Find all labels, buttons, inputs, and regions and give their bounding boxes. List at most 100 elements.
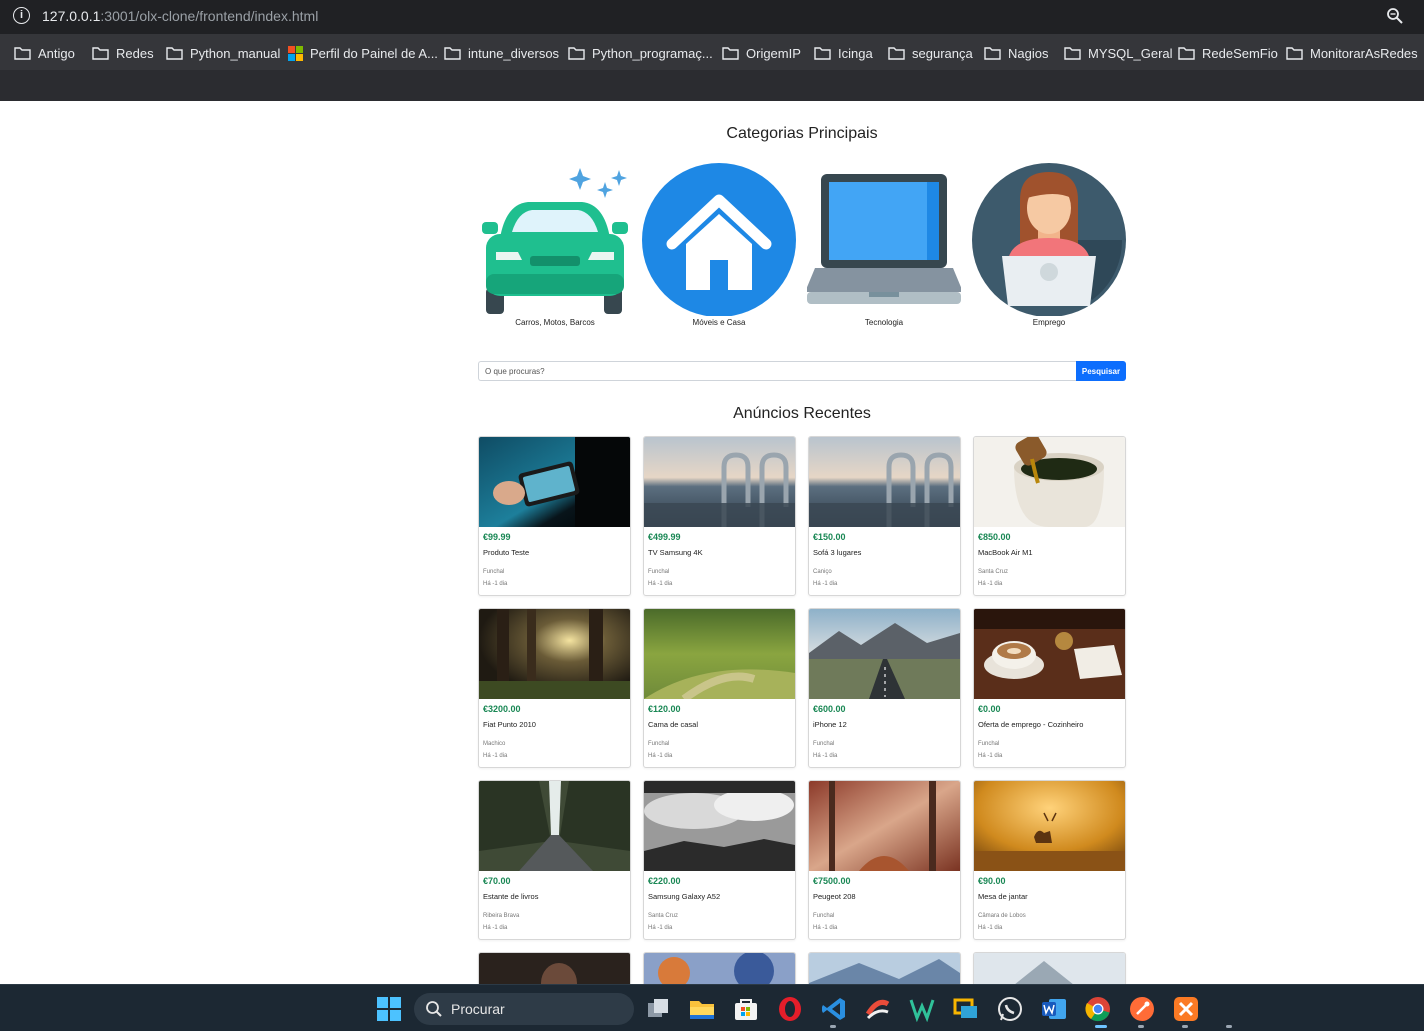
listing-date: Há -1 dia	[813, 753, 838, 759]
listings-title: Anúncios Recentes	[733, 405, 871, 422]
listing-title: Cama de casal	[648, 720, 699, 729]
bookmark-seguranca[interactable]: segurança	[888, 44, 973, 62]
listing-title: Oferta de emprego - Cozinheiro	[978, 720, 1084, 729]
taskbar-search[interactable]: Procurar	[414, 993, 634, 1025]
listing-title: Samsung Galaxy A52	[648, 892, 721, 901]
listing-photo	[479, 781, 630, 871]
listing-card[interactable]: €220.00 Samsung Galaxy A52 Santa Cruz Há…	[643, 780, 796, 940]
url-field[interactable]: 127.0.0.1:3001/olx-clone/frontend/index.…	[42, 8, 318, 24]
bookmark-monitorarasredes[interactable]: MonitorarAsRedes	[1286, 44, 1418, 62]
listing-card[interactable]: €99.99 Produto Teste Funchal Há -1 dia	[478, 436, 631, 596]
listing-card[interactable]: €600.00 iPhone 12 Funchal Há -1 dia	[808, 608, 961, 768]
site-info-icon[interactable]: i	[13, 7, 30, 24]
postman-icon[interactable]	[1129, 996, 1155, 1022]
search-button[interactable]: Pesquisar	[1076, 361, 1126, 381]
listing-card[interactable]: €499.99 TV Samsung 4K Funchal Há -1 dia	[643, 436, 796, 596]
listing-photo	[809, 437, 960, 527]
opera-icon[interactable]	[777, 996, 803, 1022]
listing-card[interactable]: €70.00 Estante de livros Ribeira Brava H…	[478, 780, 631, 940]
whatsapp-icon[interactable]	[997, 996, 1023, 1022]
listing-date: Há -1 dia	[648, 925, 673, 931]
listing-card[interactable]: €3200.00 Fiat Punto 2010 Machico Há -1 d…	[478, 608, 631, 768]
listing-title: iPhone 12	[813, 720, 847, 729]
taskbar: Procurar	[0, 984, 1424, 1031]
person-laptop-icon	[972, 163, 1126, 316]
zoom-icon[interactable]	[1386, 7, 1404, 25]
listing-date: Há -1 dia	[483, 925, 508, 931]
listing-title: TV Samsung 4K	[648, 548, 703, 557]
listing-card[interactable]: €120.00 Cama de casal Funchal Há -1 dia	[643, 608, 796, 768]
bookmark-python-manual[interactable]: Python_manual	[166, 44, 280, 62]
category-label: Emprego	[1032, 318, 1066, 327]
listing-location: Ribeira Brava	[483, 913, 520, 919]
taskbar-search-label: Procurar	[451, 1001, 505, 1017]
listing-card[interactable]	[973, 952, 1126, 984]
categories-title: Categorias Principais	[726, 125, 878, 142]
listing-photo	[809, 609, 960, 699]
listing-price: €150.00	[813, 532, 846, 542]
task-view-icon[interactable]	[645, 996, 671, 1022]
listing-photo	[974, 609, 1125, 699]
veeam-icon[interactable]	[909, 996, 935, 1022]
listing-photo	[974, 781, 1125, 871]
listing-card[interactable]	[808, 952, 961, 984]
folder-icon	[444, 47, 461, 60]
category-emprego[interactable]: Emprego	[972, 160, 1126, 330]
category-carros[interactable]: Carros, Motos, Barcos	[478, 160, 632, 330]
listing-date: Há -1 dia	[648, 753, 673, 759]
bookmark-icinga[interactable]: Icinga	[814, 44, 873, 62]
bookmark-python-programacao[interactable]: Python_programaç...	[568, 44, 713, 62]
listing-card[interactable]: €150.00 Sofá 3 lugares Caniço Há -1 dia	[808, 436, 961, 596]
search-input[interactable]	[478, 361, 1076, 381]
listing-card[interactable]	[643, 952, 796, 984]
xampp-icon[interactable]	[1173, 996, 1199, 1022]
windows-start-icon[interactable]	[376, 996, 402, 1022]
remote-desktop-icon[interactable]	[953, 996, 979, 1022]
listing-location: Funchal	[813, 913, 835, 919]
listing-card[interactable]: €850.00 MacBook Air M1 Santa Cruz Há -1 …	[973, 436, 1126, 596]
listing-card[interactable]: €90.00 Mesa de jantar Câmara de Lobos Há…	[973, 780, 1126, 940]
word-icon[interactable]	[1041, 996, 1067, 1022]
bookmark-redesemfio[interactable]: RedeSemFio	[1178, 44, 1278, 62]
bookmark-origemip[interactable]: OrigemIP	[722, 44, 801, 62]
folder-icon	[722, 47, 739, 60]
folder-icon	[166, 47, 183, 60]
category-moveis[interactable]: Móveis e Casa	[642, 160, 796, 330]
chrome-icon[interactable]	[1085, 996, 1111, 1022]
listing-photo	[644, 437, 795, 527]
listing-card[interactable]: €0.00 Oferta de emprego - Cozinheiro Fun…	[973, 608, 1126, 768]
listing-price: €499.99	[648, 532, 681, 542]
house-icon	[642, 163, 796, 316]
file-explorer-icon[interactable]	[689, 996, 715, 1022]
bookmark-redes[interactable]: Redes	[92, 44, 154, 62]
listing-location: Santa Cruz	[978, 569, 1009, 575]
category-tecnologia[interactable]: Tecnologia	[807, 160, 961, 330]
folder-icon	[888, 47, 905, 60]
vscode-icon[interactable]	[821, 996, 847, 1022]
browser-address-bar: i 127.0.0.1:3001/olx-clone/frontend/inde…	[0, 0, 1424, 34]
listing-photo	[974, 437, 1125, 527]
folder-icon	[984, 47, 1001, 60]
active-app-indicator	[1095, 1025, 1107, 1028]
listing-location: Funchal	[648, 741, 670, 747]
listing-price: €600.00	[813, 704, 846, 714]
listing-photo	[644, 781, 795, 871]
bookmark-mysql-geral[interactable]: MYSQL_Geral	[1064, 44, 1173, 62]
car-icon	[482, 168, 628, 314]
listing-card[interactable]	[478, 952, 631, 984]
ccleaner-icon[interactable]	[865, 996, 891, 1022]
running-app-indicator	[1226, 1025, 1232, 1028]
running-app-indicator	[1138, 1025, 1144, 1028]
listing-card[interactable]: €7500.00 Peugeot 208 Funchal Há -1 dia	[808, 780, 961, 940]
bookmark-nagios[interactable]: Nagios	[984, 44, 1048, 62]
laptop-icon	[807, 174, 961, 304]
microsoft-store-icon[interactable]	[733, 996, 759, 1022]
listing-title: Estante de livros	[483, 892, 539, 901]
bookmark-antigo[interactable]: Antigo	[14, 44, 75, 62]
bookmark-intune-diversos[interactable]: intune_diversos	[444, 44, 559, 62]
listing-photo	[479, 953, 630, 984]
listing-date: Há -1 dia	[483, 753, 508, 759]
listing-price: €850.00	[978, 532, 1011, 542]
folder-icon	[1178, 47, 1195, 60]
bookmark-perfil-painel[interactable]: Perfil do Painel de A...	[288, 44, 438, 62]
